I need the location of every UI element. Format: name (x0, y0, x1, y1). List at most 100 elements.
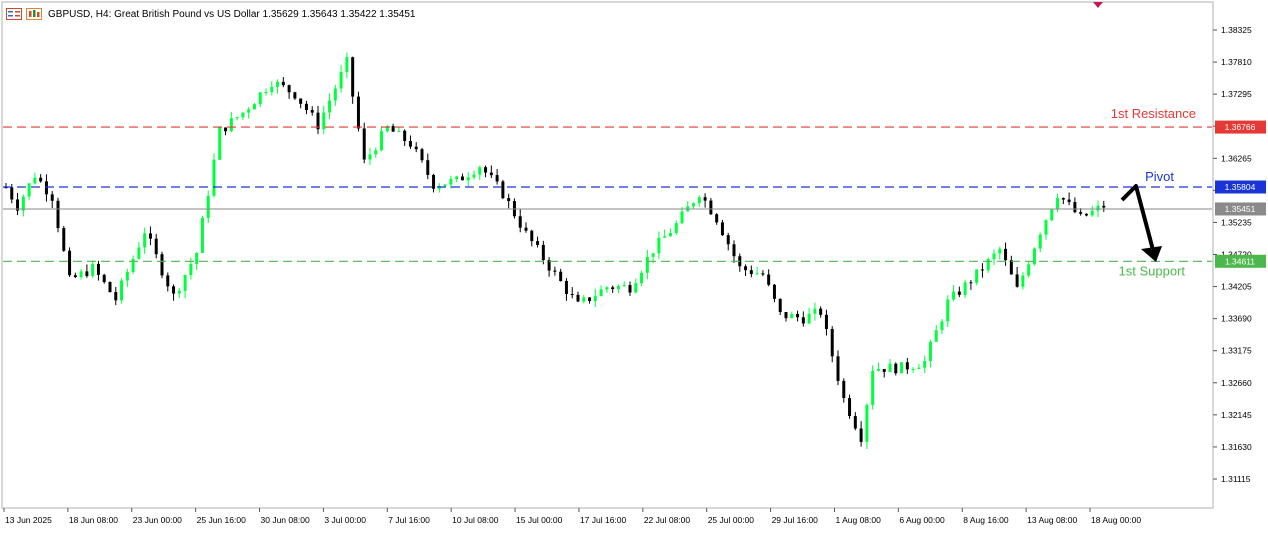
chart-type-icon[interactable] (26, 8, 42, 20)
svg-text:1.35451: 1.35451 (1225, 204, 1256, 214)
bear-candle (501, 181, 505, 199)
bull-candle (322, 112, 326, 130)
bull-candle (137, 247, 141, 259)
bear-candle (1079, 212, 1083, 214)
bull-candle (940, 321, 944, 331)
bear-candle (403, 130, 407, 142)
bull-candle (599, 289, 603, 297)
bear-candle (39, 177, 43, 182)
plot-area[interactable] (1, 1, 1214, 509)
bear-candle (796, 313, 800, 318)
bear-candle (767, 274, 771, 285)
bear-candle (489, 172, 493, 176)
price-tick-label: 1.36265 (1221, 153, 1252, 163)
time-tick-label: 6 Aug 00:00 (899, 515, 945, 525)
bull-candle (478, 167, 482, 175)
bull-candle (258, 92, 262, 105)
bear-candle (761, 273, 765, 275)
bull-candle (125, 271, 129, 281)
bull-candle (183, 275, 187, 291)
bear-candle (778, 298, 782, 313)
time-tick-label: 13 Jun 2025 (5, 515, 52, 525)
chart-window[interactable]: 1st Resistance Pivot 1st Support 1.38325… (0, 0, 1268, 531)
bear-candle (108, 282, 112, 293)
bull-candle (1021, 275, 1025, 287)
bear-candle (530, 230, 534, 242)
bull-candle (449, 179, 453, 185)
bull-candle (634, 283, 638, 293)
bear-candle (524, 227, 528, 231)
bull-candle (998, 248, 1002, 254)
bear-candle (720, 222, 724, 236)
bear-candle (414, 146, 418, 150)
price-tick-label: 1.32660 (1221, 378, 1252, 388)
bear-candle (1004, 248, 1008, 261)
price-tick-label: 1.33175 (1221, 346, 1252, 356)
bull-candle (668, 232, 672, 237)
chart-properties-icon[interactable] (6, 8, 22, 20)
svg-text:1.36766: 1.36766 (1225, 122, 1256, 132)
bear-candle (518, 216, 522, 228)
price-tick-label: 1.33690 (1221, 314, 1252, 324)
bear-candle (848, 397, 852, 417)
support-label: 1st Support (1119, 263, 1186, 278)
bull-candle (1096, 205, 1100, 211)
bear-candle (356, 96, 360, 129)
bull-candle (928, 341, 932, 361)
bull-candle (876, 369, 880, 371)
bull-candle (692, 203, 696, 207)
support-price-tag: 1.34611 (1215, 254, 1266, 268)
pivot-label: Pivot (1145, 169, 1174, 184)
current-price-tag: 1.35451 (1215, 202, 1266, 216)
bull-candle (674, 223, 678, 233)
bull-candle (380, 131, 384, 151)
bull-candle (27, 183, 31, 197)
time-tick-label: 3 Jul 00:00 (324, 515, 366, 525)
bull-candle (1038, 234, 1042, 249)
bear-candle (351, 57, 355, 97)
bull-candle (663, 236, 667, 238)
bear-candle (304, 103, 308, 111)
time-tick-label: 30 Jun 08:00 (261, 515, 310, 525)
time-tick-label: 18 Aug 00:00 (1091, 515, 1141, 525)
price-axis[interactable]: 1.383251.378101.372951.367801.362651.357… (1213, 25, 1252, 484)
bear-candle (96, 263, 100, 275)
bull-candle (339, 71, 343, 89)
bear-candle (432, 174, 436, 189)
time-axis[interactable]: 13 Jun 2025 18 Jun 08:00 23 Jun 00:00 25 Ju… (3, 508, 1141, 525)
bull-candle (963, 282, 967, 295)
bear-candle (576, 294, 580, 302)
bear-candle (570, 294, 574, 296)
bear-candle (56, 200, 60, 229)
bull-candle (345, 57, 349, 72)
bear-candle (160, 254, 164, 276)
price-tick-label: 1.31115 (1221, 474, 1251, 484)
price-chart[interactable]: 1st Resistance Pivot 1st Support 1.38325… (0, 0, 1268, 531)
bear-candle (703, 197, 707, 201)
bull-candle (276, 81, 280, 87)
bull-candle (657, 237, 661, 254)
bear-candle (969, 282, 973, 284)
bear-candle (426, 160, 430, 175)
bear-candle (957, 291, 961, 295)
bull-candle (865, 404, 869, 442)
bear-candle (495, 175, 499, 182)
bear-candle (726, 235, 730, 245)
bear-candle (1084, 213, 1088, 216)
bull-candle (466, 177, 470, 181)
bear-candle (842, 380, 846, 398)
bull-candle (206, 195, 210, 218)
time-tick-label: 29 Jul 16:00 (772, 515, 819, 525)
bull-candle (871, 370, 875, 405)
time-tick-label: 25 Jun 16:00 (197, 515, 246, 525)
bull-candle (593, 296, 597, 301)
bull-candle (374, 150, 378, 155)
bear-candle (172, 286, 176, 294)
bull-candle (33, 177, 37, 184)
bull-candle (1032, 248, 1036, 265)
price-tick-label: 1.35235 (1221, 217, 1252, 227)
bull-candle (697, 197, 701, 204)
bull-candle (264, 91, 268, 93)
bear-candle (801, 317, 805, 324)
bear-candle (1061, 198, 1065, 200)
